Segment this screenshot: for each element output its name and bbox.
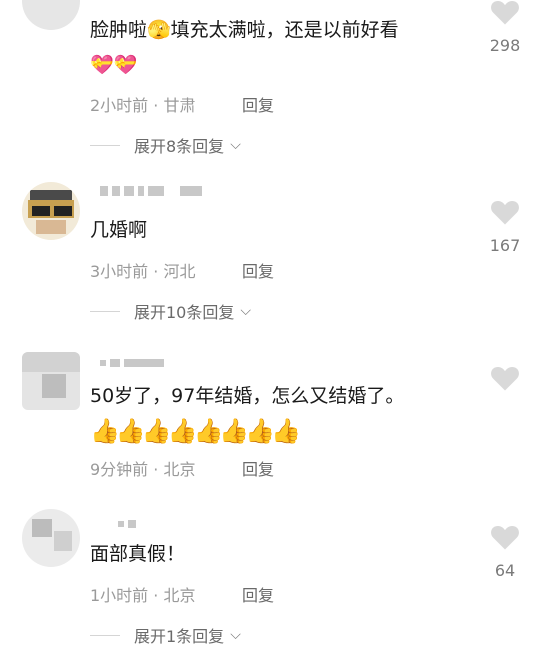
chevron-down-icon: ⌵ [230, 627, 241, 643]
comment-text: 50岁了，97年结婚，怎么又结婚了。 [90, 385, 405, 407]
divider [90, 144, 120, 146]
like-button[interactable]: 64 [483, 523, 527, 580]
reply-button[interactable]: 回复 [242, 92, 274, 116]
comment-location: 甘肃 [163, 96, 196, 115]
heart-icon [491, 366, 519, 391]
comment-emojis: 💝💝 [90, 54, 138, 76]
avatar[interactable] [22, 352, 80, 410]
expand-replies-button[interactable]: 展开8条回复 ⌵ [90, 133, 241, 157]
like-button[interactable] [483, 364, 527, 402]
meta-separator: · [148, 586, 164, 605]
comment-time: 1小时前 [90, 586, 149, 605]
like-count: 167 [489, 236, 521, 255]
comment-meta: 2小时前 · 甘肃 [90, 92, 195, 116]
divider [90, 634, 120, 636]
avatar[interactable] [22, 509, 80, 567]
username[interactable] [100, 356, 164, 370]
heart-icon [491, 0, 519, 25]
comment-meta: 9分钟前 · 北京 [90, 456, 195, 480]
comment-meta: 1小时前 · 北京 [90, 582, 195, 606]
like-button[interactable]: 167 [483, 198, 527, 255]
divider [90, 310, 120, 312]
meta-separator: · [148, 96, 164, 115]
like-button[interactable]: 298 [483, 0, 527, 55]
comment-location: 北京 [163, 460, 196, 479]
expand-replies-label: 展开1条回复 [134, 627, 225, 646]
like-count: 298 [489, 36, 521, 55]
heart-icon [491, 200, 519, 225]
comment-emojis: 👍👍👍👍👍👍👍👍 [90, 417, 301, 445]
comment-location: 北京 [163, 586, 196, 605]
comment-location: 河北 [163, 262, 196, 281]
heart-icon [491, 525, 519, 550]
comment-text: 脸肿啦🫣填充太满啦，还是以前好看 [90, 19, 399, 41]
reply-button[interactable]: 回复 [242, 258, 274, 282]
comment-text: 几婚啊 [90, 219, 148, 241]
expand-replies-label: 展开8条回复 [134, 137, 225, 156]
comment-time: 3小时前 [90, 262, 149, 281]
comment-time: 2小时前 [90, 96, 149, 115]
comment-text: 面部真假！ [90, 543, 186, 565]
meta-separator: · [148, 262, 164, 281]
reply-button[interactable]: 回复 [242, 582, 274, 606]
comment-time: 9分钟前 [90, 460, 149, 479]
username[interactable] [100, 184, 202, 198]
reply-button[interactable]: 回复 [242, 456, 274, 480]
chevron-down-icon: ⌵ [230, 137, 241, 153]
expand-replies-label: 展开10条回复 [134, 303, 235, 322]
avatar[interactable] [22, 0, 80, 30]
meta-separator: · [148, 460, 164, 479]
comment-meta: 3小时前 · 河北 [90, 258, 195, 282]
chevron-down-icon: ⌵ [240, 303, 251, 319]
avatar[interactable] [22, 182, 80, 240]
username[interactable] [118, 517, 136, 531]
expand-replies-button[interactable]: 展开1条回复 ⌵ [90, 623, 241, 647]
like-count: 64 [494, 561, 516, 580]
expand-replies-button[interactable]: 展开10条回复 ⌵ [90, 299, 251, 323]
